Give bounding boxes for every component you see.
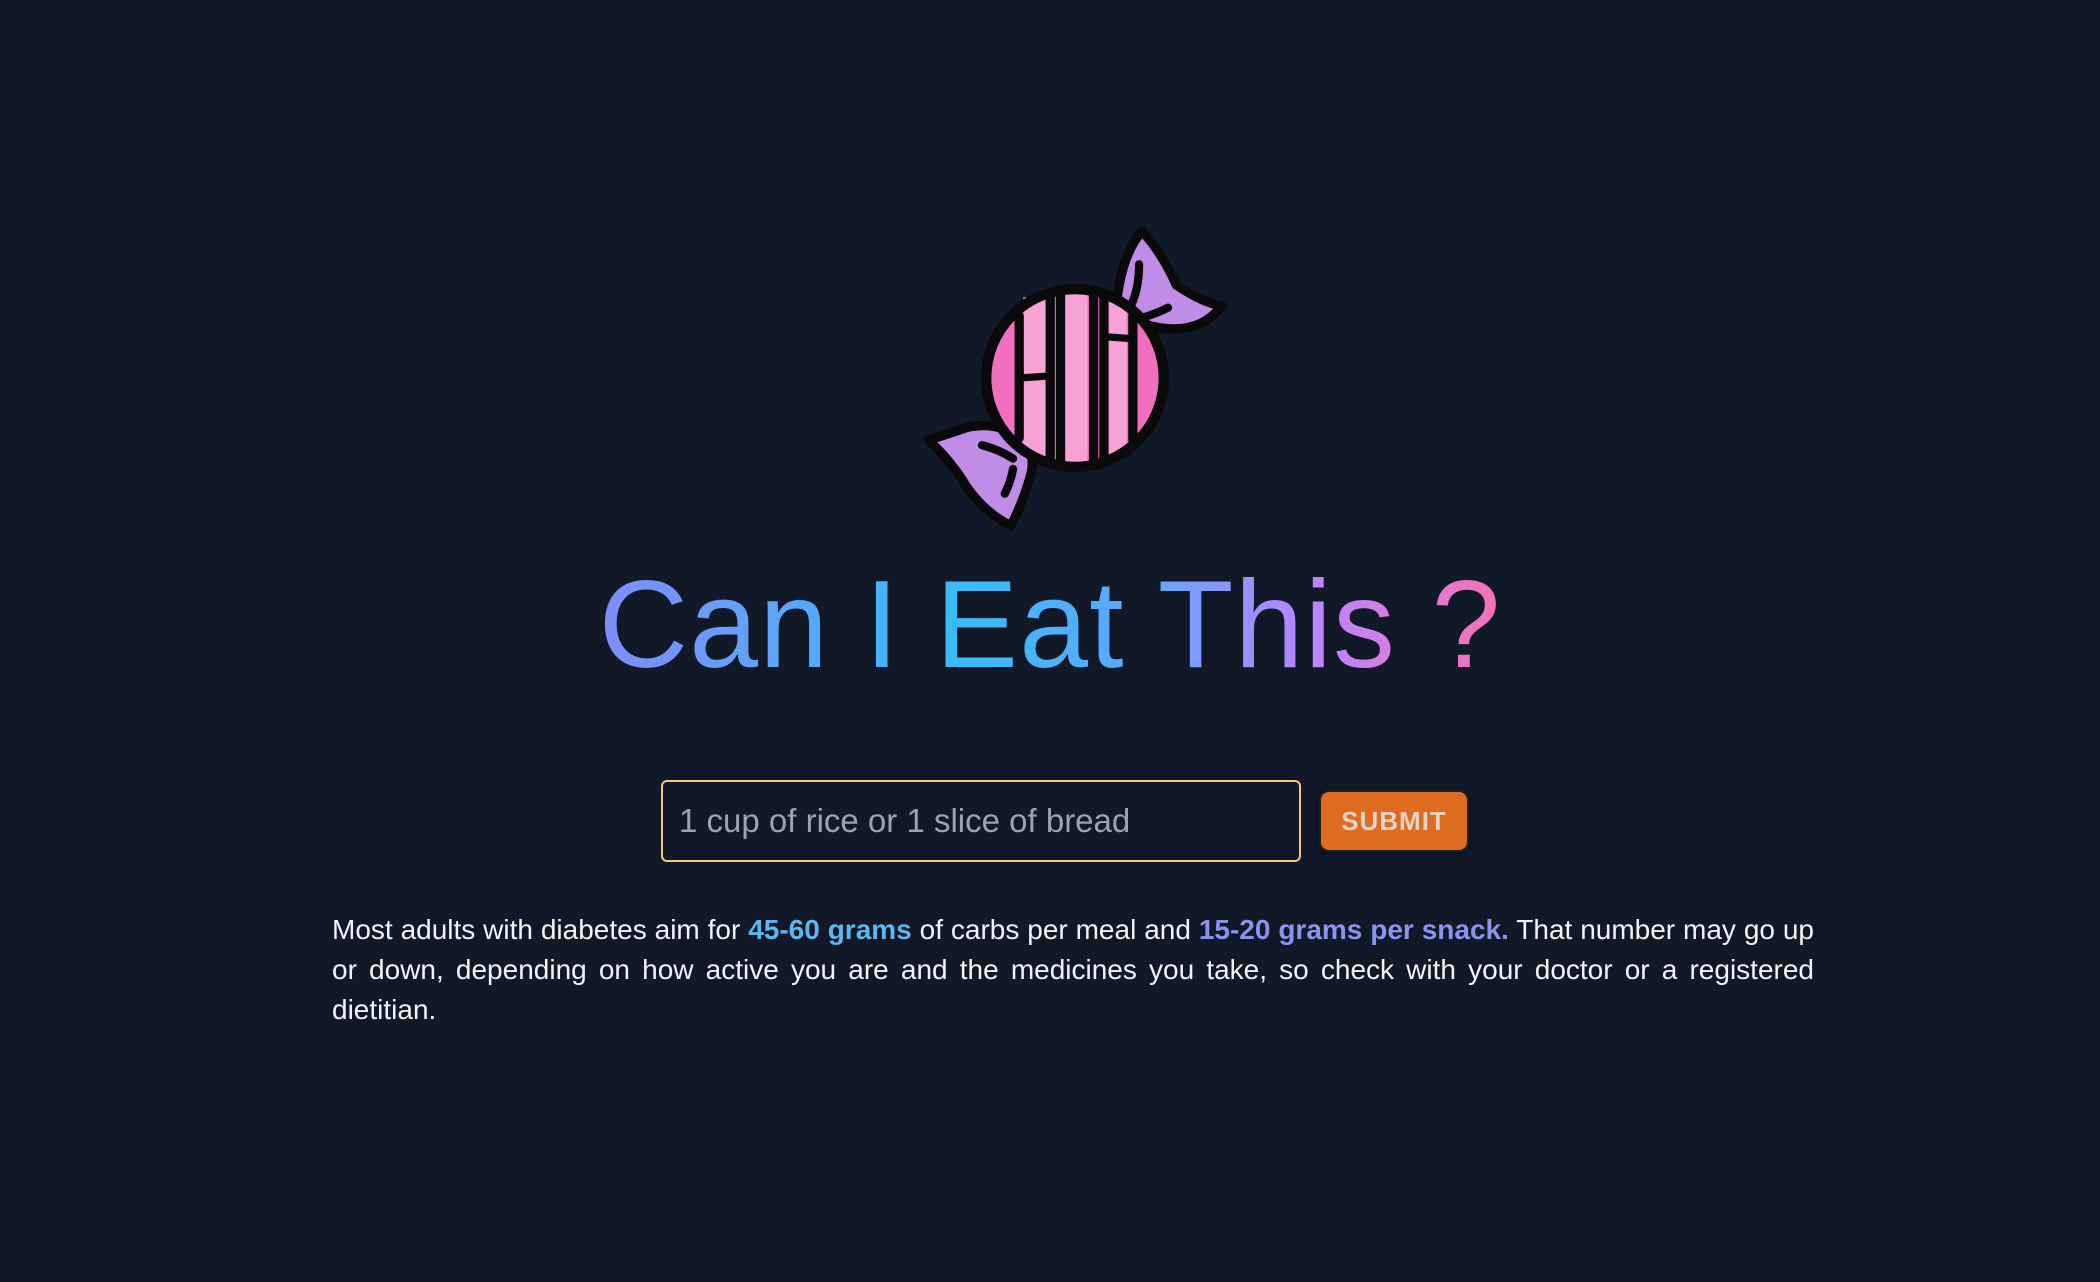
meal-carb-highlight: 45-60 grams [748, 914, 912, 945]
info-text-part2: of carbs per meal and [911, 914, 1199, 945]
food-search-form: SUBMIT [661, 780, 1469, 862]
snack-carb-highlight: 15-20 grams per snack. [1198, 914, 1509, 945]
page-title: Can I Eat This ? [0, 555, 2100, 695]
page-title-text: Can I Eat This ? [598, 556, 1502, 694]
info-text-part1: Most adults with diabetes aim for [332, 914, 749, 945]
carb-guidance-text: Most adults with diabetes aim for 45-60 … [332, 910, 1814, 1030]
submit-button[interactable]: SUBMIT [1319, 790, 1469, 852]
food-search-input[interactable] [661, 780, 1301, 862]
candy-icon [923, 226, 1227, 531]
